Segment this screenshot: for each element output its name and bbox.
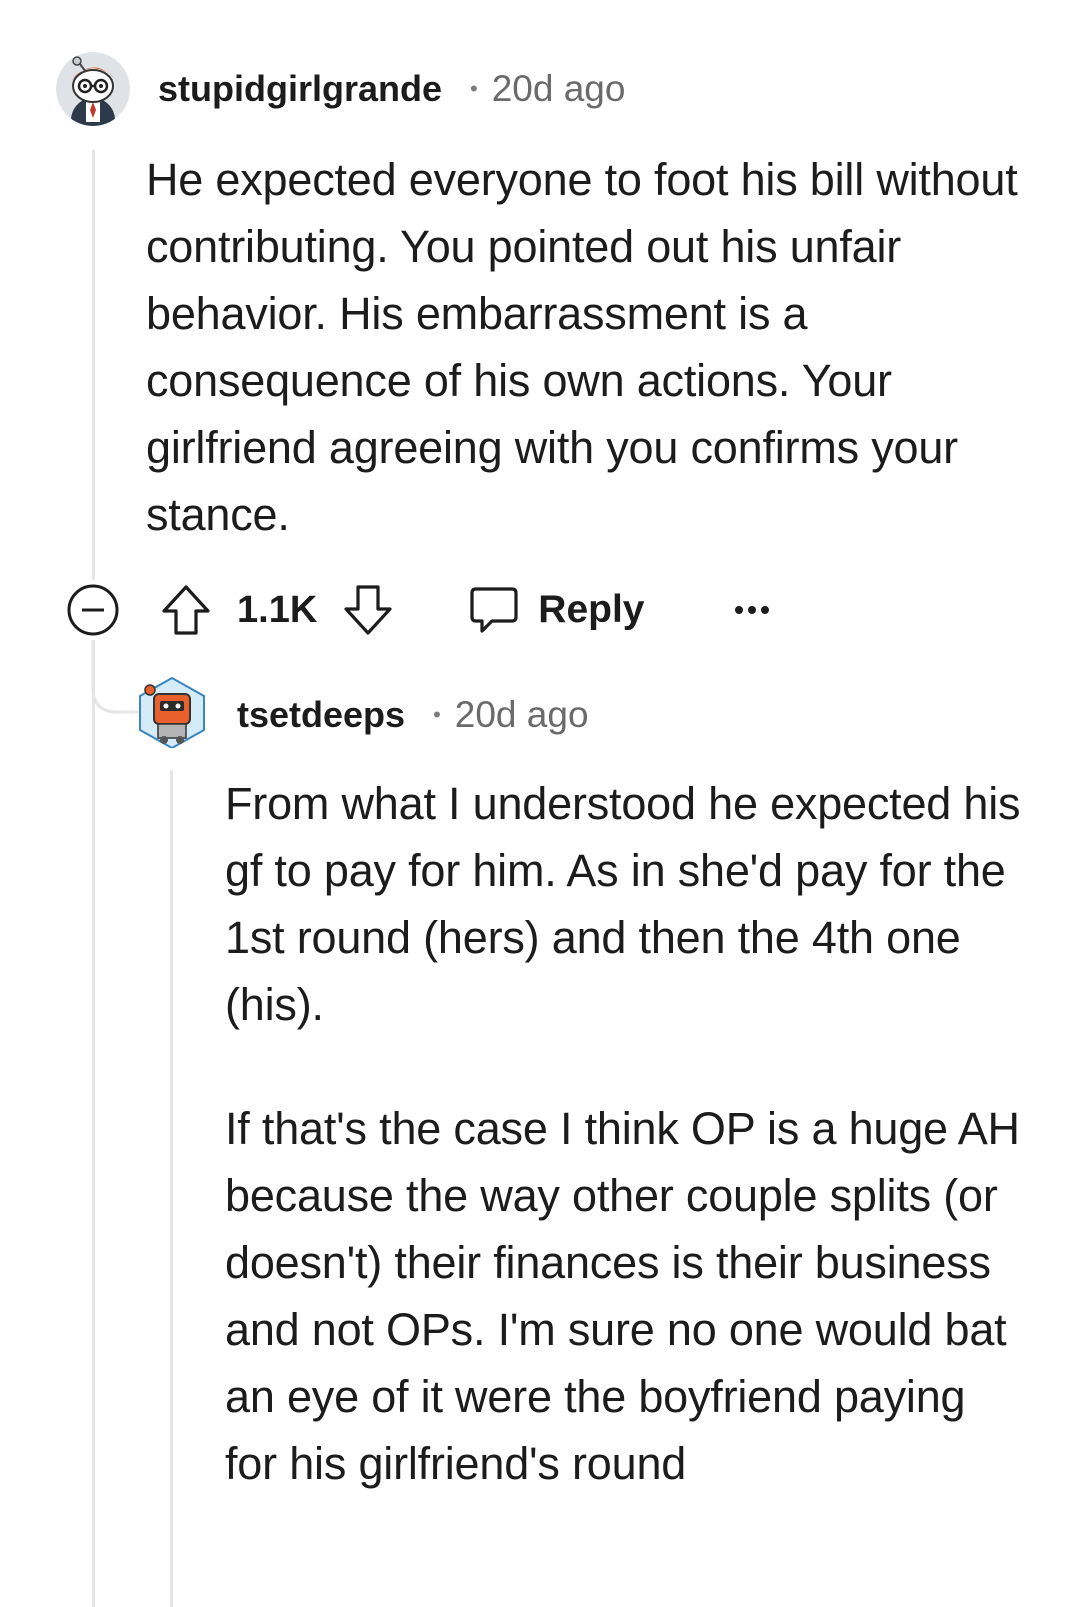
minus-circle-icon[interactable] — [66, 583, 120, 637]
downvote-button[interactable] — [342, 583, 394, 637]
avatar[interactable] — [56, 52, 130, 126]
comment-paragraph: From what I understood he expected his g… — [225, 778, 1021, 1030]
avatar[interactable] — [136, 676, 208, 748]
meta-separator: • — [470, 76, 478, 101]
chat-bubble-icon — [468, 583, 520, 637]
comment-meta: stupidgirlgrande • 20d ago — [158, 64, 625, 114]
username[interactable]: tsetdeeps — [237, 694, 405, 736]
arrow-down-outline-icon — [342, 583, 394, 637]
upvote-button[interactable] — [160, 583, 212, 637]
username[interactable]: stupidgirlgrande — [158, 68, 442, 110]
robot-snoo-avatar-icon — [139, 676, 205, 748]
meta-separator: • — [433, 702, 441, 727]
thread-line-comment2[interactable] — [170, 770, 173, 1607]
comment-body: From what I understood he expected his g… — [225, 770, 1025, 1497]
thread-line-comment1[interactable] — [92, 150, 95, 580]
vote-count: 1.1K — [237, 588, 318, 631]
comment-text: He expected everyone to foot his bill wi… — [146, 154, 1018, 540]
arrow-up-outline-icon — [160, 583, 212, 637]
reply-button[interactable]: Reply — [468, 583, 644, 637]
timestamp: 20d ago — [491, 68, 626, 109]
comment-action-bar: 1.1K Reply — [66, 582, 770, 638]
snoo-avatar-icon — [56, 52, 130, 126]
ellipsis-icon[interactable] — [734, 604, 770, 616]
comment-paragraph: If that's the case I think OP is a huge … — [225, 1103, 1020, 1489]
reply-label: Reply — [538, 588, 645, 631]
comment-body: He expected everyone to foot his bill wi… — [146, 146, 1026, 548]
thread-line-comment1-lower[interactable] — [92, 640, 95, 1607]
comment-meta: tsetdeeps • 20d ago — [237, 690, 589, 740]
timestamp: 20d ago — [454, 694, 589, 735]
